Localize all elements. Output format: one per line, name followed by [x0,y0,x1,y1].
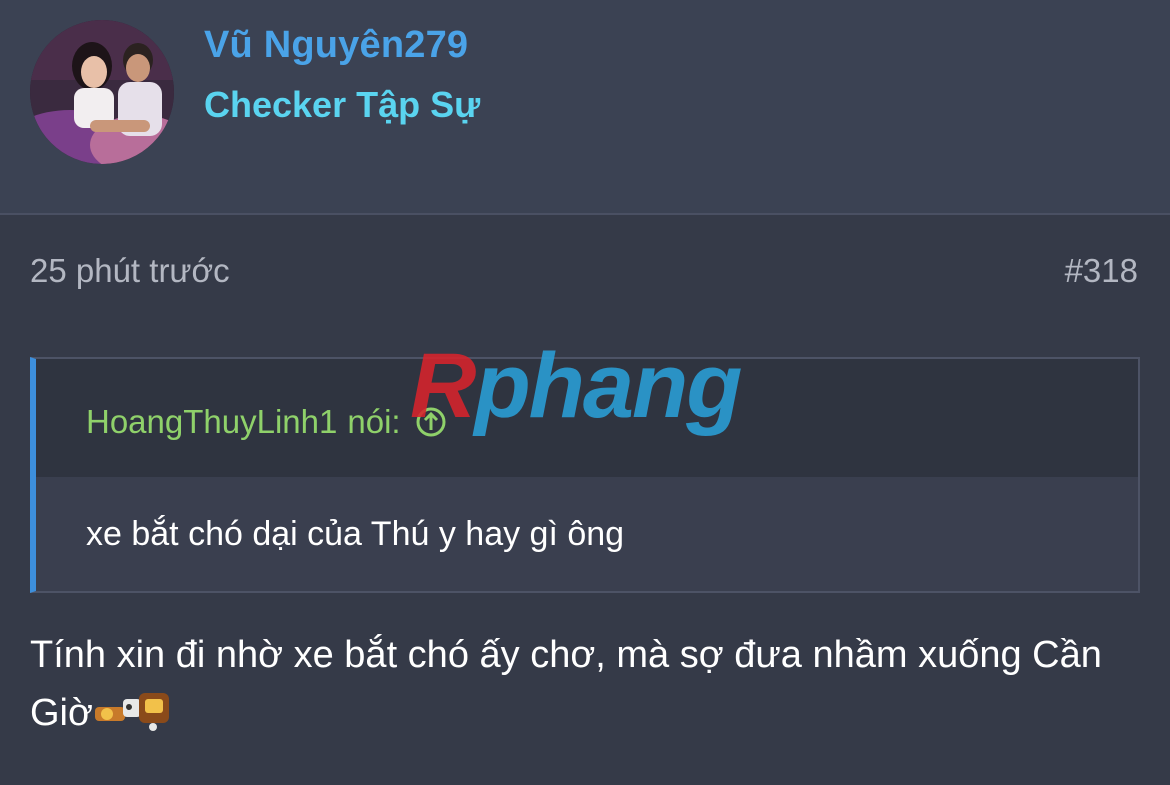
quote-header: HoangThuyLinh1 nói: [36,359,1138,477]
user-card: Vũ Nguyên279 Checker Tập Sự [0,0,1170,215]
post-page: Vũ Nguyên279 Checker Tập Sự 25 phút trướ… [0,0,1170,785]
post-number-link[interactable]: #318 [1065,252,1138,290]
username-link[interactable]: Vũ Nguyên279 [204,24,468,67]
quote-said-label: nói: [347,403,401,440]
user-title: Checker Tập Sự [204,84,481,125]
quote-text: xe bắt chó dại của Thú y hay gì ông [86,515,625,553]
arrow-up-circle-icon[interactable] [415,406,447,438]
smiley-emoji-icon [93,689,173,733]
quote-author-link[interactable]: HoangThuyLinh1 [86,403,337,441]
avatar[interactable] [30,20,174,164]
quote-block: HoangThuyLinh1 nói: xe bắt chó dại của T… [30,357,1140,593]
post-body: Tính xin đi nhờ xe bắt chó ấy chơ, mà sợ… [30,626,1130,742]
avatar-photo-icon [30,20,174,164]
post-timestamp[interactable]: 25 phút trước [30,252,230,290]
post-body-text: Tính xin đi nhờ xe bắt chó ấy chơ, mà sợ… [30,634,1102,734]
quote-attribution: HoangThuyLinh1 nói: [86,403,447,441]
